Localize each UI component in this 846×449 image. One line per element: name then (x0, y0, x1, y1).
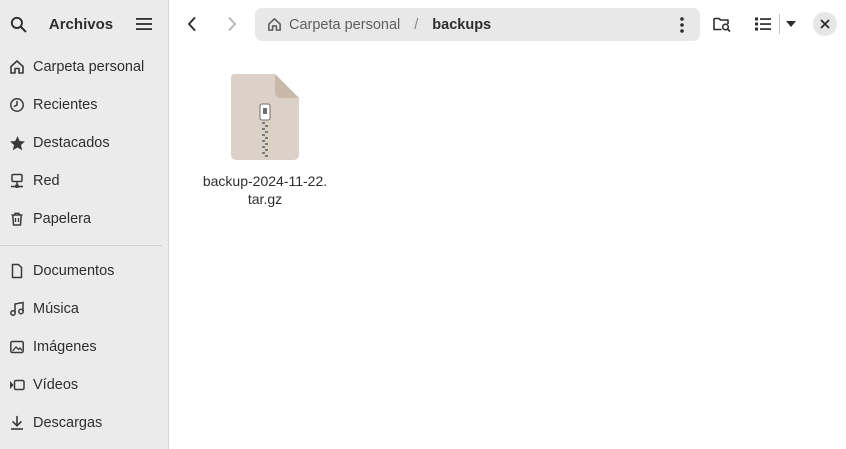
file-item[interactable]: backup-2024-11-22. tar.gz (199, 74, 331, 208)
back-button[interactable] (178, 10, 206, 38)
chevron-left-icon (188, 17, 196, 31)
sidebar-item-trash[interactable]: Papelera (0, 200, 168, 238)
trash-icon (8, 210, 26, 228)
header-bar: Carpeta personal / backups (169, 0, 846, 48)
sidebar-item-label: Destacados (33, 135, 110, 151)
search-button[interactable] (4, 10, 32, 38)
sidebar-item-music[interactable]: Música (0, 290, 168, 328)
sidebar-item-label: Imágenes (33, 339, 97, 355)
breadcrumb-current[interactable]: backups (432, 17, 491, 33)
path-bar: Carpeta personal / backups (255, 8, 700, 41)
forward-button[interactable] (218, 10, 246, 38)
search-icon (10, 16, 26, 32)
archive-icon (231, 74, 299, 160)
sidebar-item-documents[interactable]: Documentos (0, 252, 168, 290)
document-icon (8, 262, 26, 280)
search-folder-button[interactable] (708, 10, 736, 38)
sidebar-separator (0, 245, 162, 246)
sidebar: Archivos Carpeta personal Recientes Dest… (0, 0, 169, 449)
main-view: Carpeta personal / backups backup-2024-1… (169, 0, 846, 449)
dropdown-arrow-icon (786, 21, 796, 27)
video-icon (8, 376, 26, 394)
breadcrumb-home[interactable]: Carpeta personal (267, 17, 400, 33)
file-grid: backup-2024-11-22. tar.gz (169, 48, 846, 449)
network-icon (8, 172, 26, 190)
music-icon (8, 300, 26, 318)
main-menu-button[interactable] (130, 10, 158, 38)
sidebar-item-label: Música (33, 301, 79, 317)
sidebar-item-pictures[interactable]: Imágenes (0, 328, 168, 366)
file-name: backup-2024-11-22. tar.gz (202, 173, 328, 207)
home-icon (267, 17, 283, 33)
view-list-button[interactable] (749, 10, 777, 38)
app-title: Archivos (48, 15, 114, 33)
sidebar-item-label: Vídeos (33, 377, 79, 393)
file-manager-window: Archivos Carpeta personal Recientes Dest… (0, 0, 846, 449)
sidebar-item-label: Descargas (33, 415, 103, 431)
close-icon (820, 19, 830, 29)
chevron-right-icon (228, 17, 236, 31)
folder-search-icon (713, 17, 731, 32)
sidebar-item-label: Papelera (33, 211, 92, 227)
hamburger-icon (135, 18, 152, 30)
sidebar-item-label: Red (33, 173, 60, 189)
path-menu-button[interactable] (672, 12, 692, 37)
kebab-menu-icon (680, 16, 684, 33)
sidebar-item-videos[interactable]: Vídeos (0, 366, 168, 404)
download-icon (8, 414, 26, 432)
clock-icon (8, 96, 26, 114)
image-icon (8, 338, 26, 356)
sidebar-item-label: Documentos (33, 263, 115, 279)
sidebar-item-recent[interactable]: Recientes (0, 86, 168, 124)
sidebar-places: Carpeta personal Recientes Destacados Re… (0, 48, 168, 238)
sidebar-item-network[interactable]: Red (0, 162, 168, 200)
sidebar-item-label: Carpeta personal (33, 59, 145, 75)
sidebar-header: Archivos (0, 0, 168, 48)
home-icon (8, 58, 26, 76)
sidebar-bookmarks: Documentos Música Imágenes Vídeos Descar… (0, 252, 168, 442)
sidebar-item-home[interactable]: Carpeta personal (0, 48, 168, 86)
view-options-button[interactable] (777, 10, 805, 38)
sidebar-item-downloads[interactable]: Descargas (0, 404, 168, 442)
breadcrumb-separator: / (414, 16, 419, 33)
list-view-icon (755, 17, 771, 31)
sidebar-item-starred[interactable]: Destacados (0, 124, 168, 162)
star-icon (8, 134, 26, 152)
breadcrumb-home-label: Carpeta personal (289, 16, 401, 33)
sidebar-item-label: Recientes (33, 97, 98, 113)
close-button[interactable] (813, 12, 837, 36)
